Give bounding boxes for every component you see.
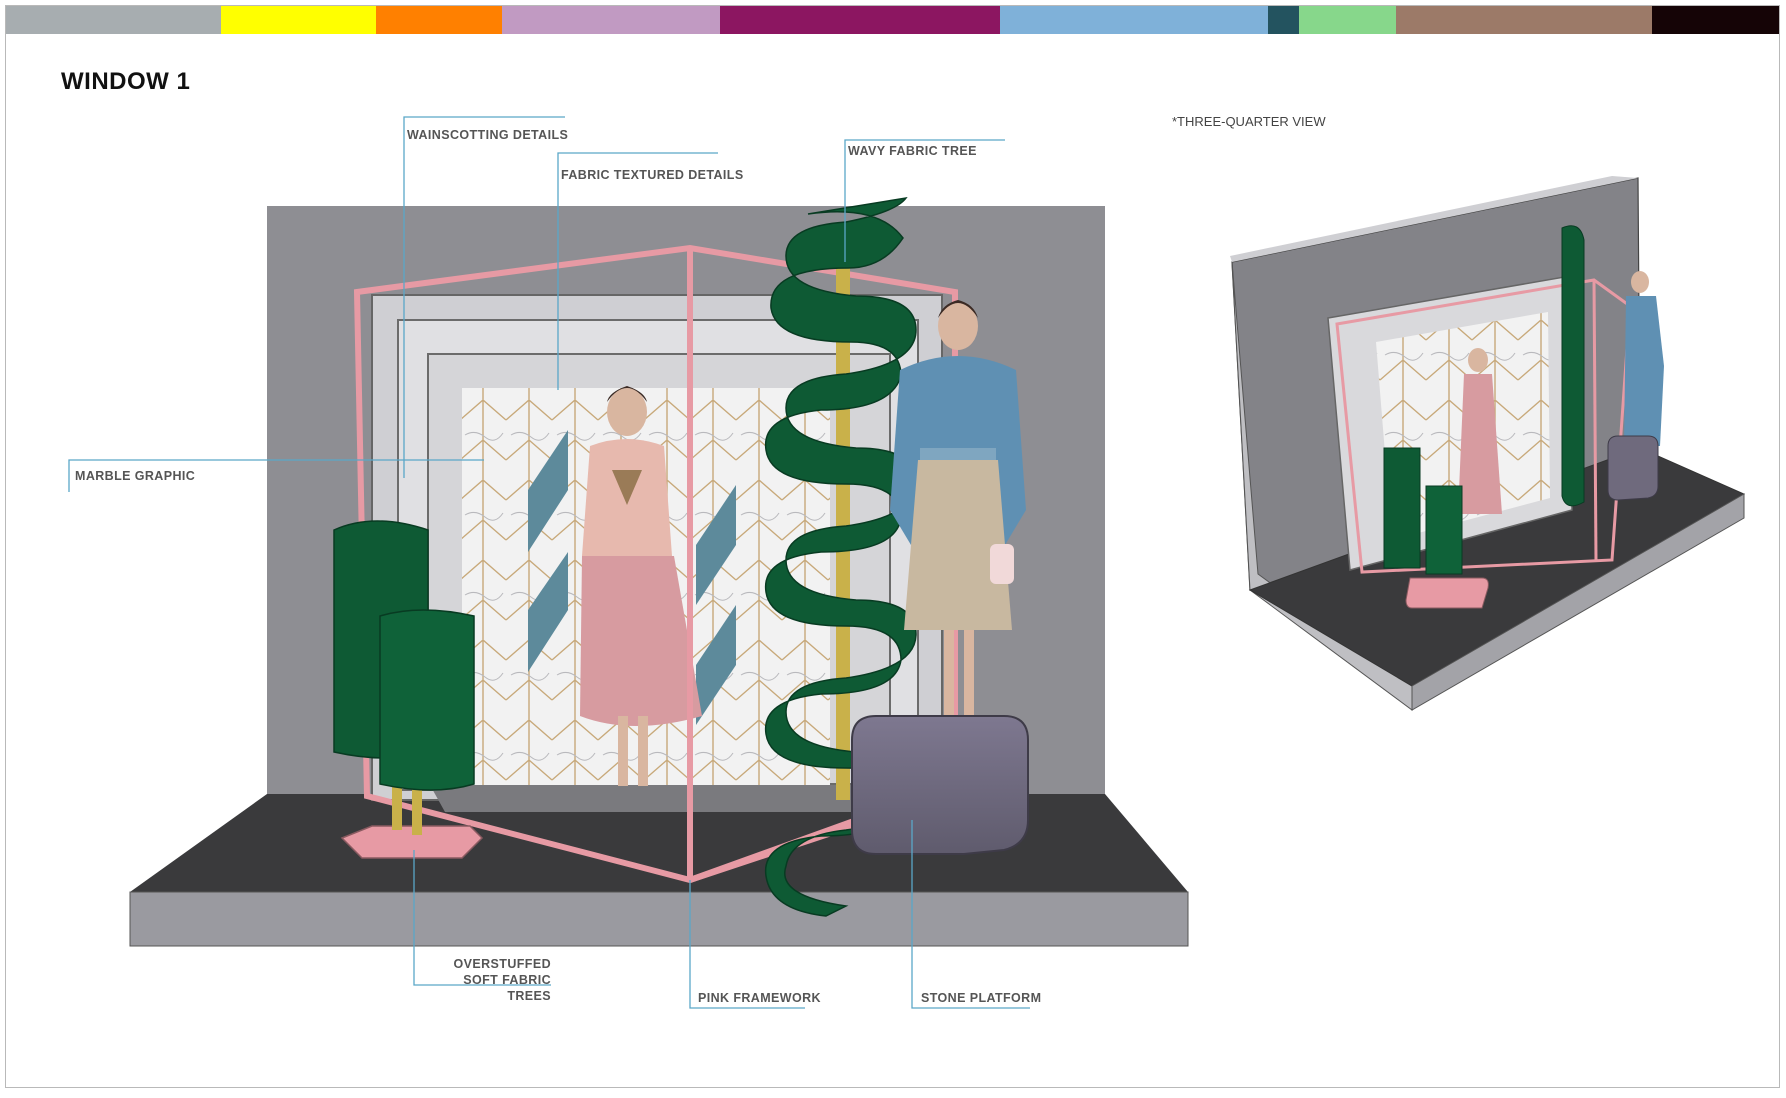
window-display-sheet: WINDOW 1 *THREE-QUARTER VIEW WAINSCOTTIN…: [0, 0, 1786, 1098]
tq-tree-base: [1405, 577, 1489, 609]
tq-wavy-tree: [1561, 225, 1585, 507]
three-quarter-view-diagram: [1230, 176, 1746, 711]
tq-model-left: [1468, 348, 1488, 372]
plinth-front: [129, 891, 1189, 947]
front-view-diagram: [68, 116, 1746, 1009]
callout-overstuffed-line-1: OVERSTUFFED: [453, 957, 551, 971]
callout-pink-framework: PINK FRAMEWORK: [698, 991, 821, 1005]
tq-soft-tree-2: [1425, 485, 1463, 575]
stone-platform: [851, 715, 1029, 855]
tq-model-right-body: [1624, 296, 1664, 446]
floor-inset: [430, 785, 890, 812]
callout-marble-graphic: MARBLE GRAPHIC: [75, 469, 196, 483]
callout-overstuffed-line-2: SOFT FABRIC TREES: [463, 973, 551, 1003]
front-view: [68, 116, 1189, 1009]
callout-wainscotting-details: WAINSCOTTING DETAILS: [407, 128, 569, 142]
callout-soft-fabric-trees: OVERSTUFFED SOFT FABRIC TREES: [420, 956, 551, 1004]
tq-soft-tree-1: [1383, 447, 1421, 569]
callout-stone-platform: STONE PLATFORM: [921, 991, 1042, 1005]
tq-stone-platform: [1607, 435, 1659, 501]
callout-fabric-textured-details: FABRIC TEXTURED DETAILS: [561, 168, 744, 182]
callout-wavy-fabric-tree: WAVY FABRIC TREE: [848, 144, 977, 158]
tq-model-right: [1631, 271, 1649, 293]
